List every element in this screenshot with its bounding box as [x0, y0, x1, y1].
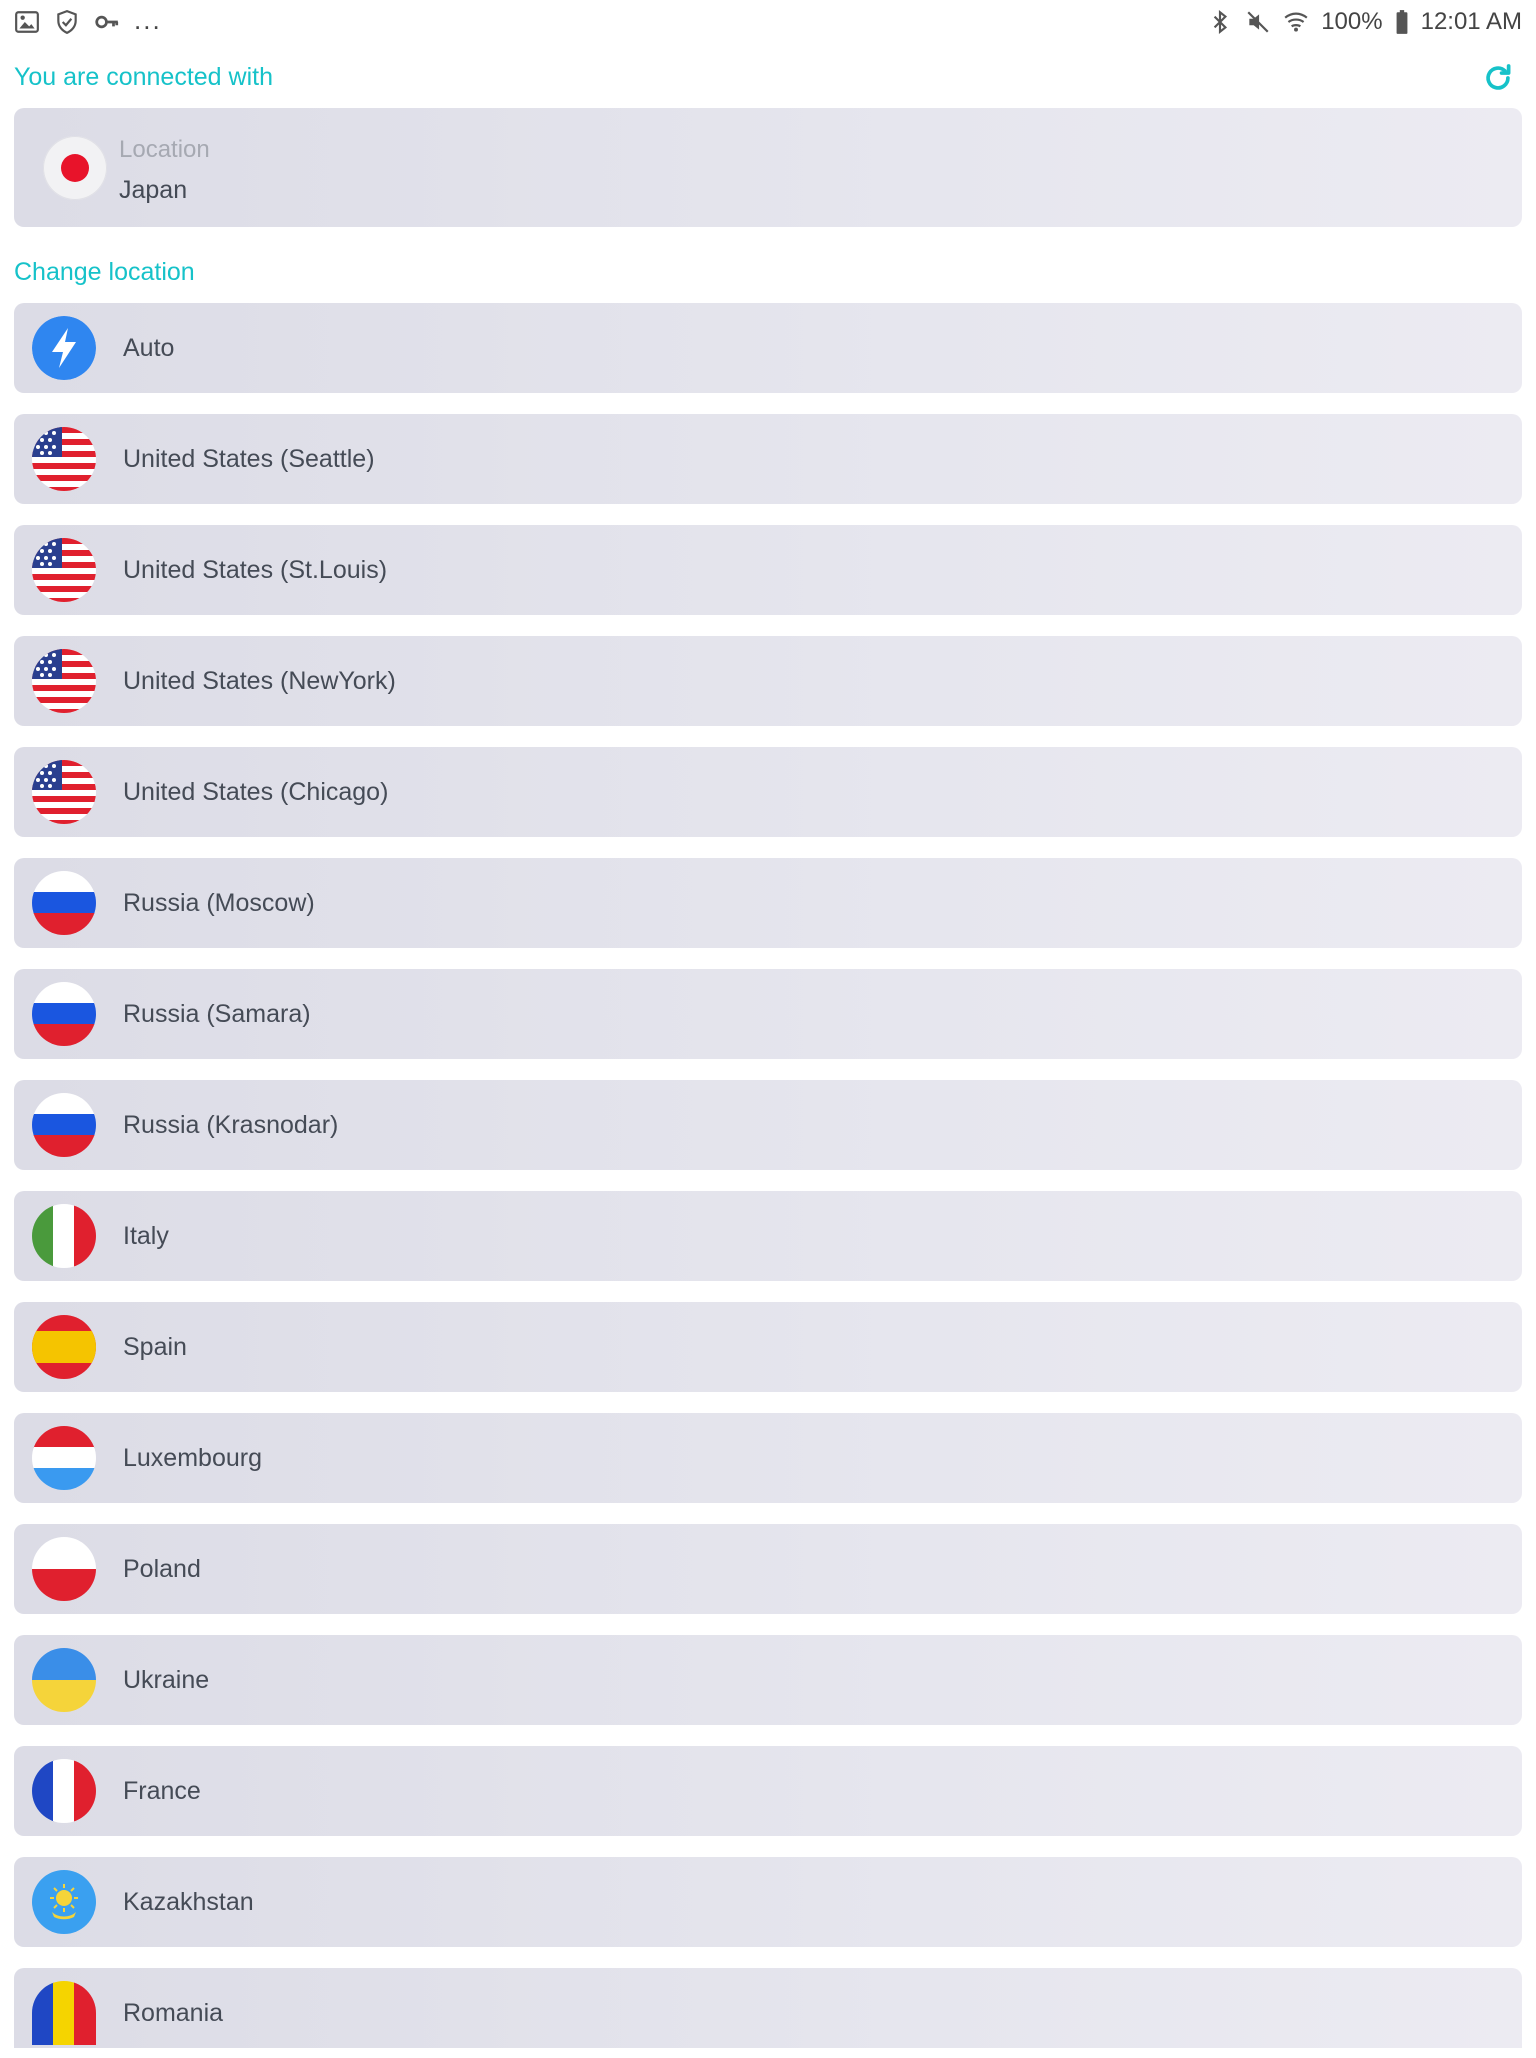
connected-location-label: Location: [119, 136, 210, 163]
status-bar-left: ...: [0, 5, 162, 36]
location-item-russia-krasnodar[interactable]: Russia (Krasnodar): [14, 1080, 1522, 1170]
clock: 12:01 AM: [1420, 8, 1522, 35]
more-notifications: ...: [134, 4, 162, 35]
ukraine-flag-icon: [32, 1648, 96, 1712]
location-item-russia-moscow[interactable]: Russia (Moscow): [14, 858, 1522, 948]
location-name: Ukraine: [123, 1666, 210, 1694]
russia-flag-icon: [32, 871, 96, 935]
refresh-button[interactable]: [1478, 58, 1518, 98]
location-name: Russia (Samara): [123, 1000, 311, 1028]
location-name: Spain: [123, 1333, 187, 1361]
status-bar-right: 100% 12:01 AM: [1207, 8, 1536, 36]
location-name: Russia (Moscow): [123, 889, 315, 917]
spain-flag-icon: [32, 1315, 96, 1379]
russia-flag-icon: [32, 1093, 96, 1157]
wifi-icon: [1283, 9, 1309, 35]
location-name: United States (Chicago): [123, 778, 389, 806]
location-item-ukraine[interactable]: Ukraine: [14, 1635, 1522, 1725]
location-name: Italy: [123, 1222, 169, 1250]
location-name: Auto: [123, 334, 175, 362]
location-item-russia-samara[interactable]: Russia (Samara): [14, 969, 1522, 1059]
location-name: Romania: [123, 1999, 224, 2027]
france-flag-icon: [32, 1759, 96, 1823]
mute-icon: [1245, 9, 1271, 35]
connected-heading: You are connected with: [14, 63, 273, 91]
bluetooth-icon: [1207, 9, 1233, 35]
status-bar: ... 100% 12:01 AM: [0, 0, 1536, 44]
location-item-poland[interactable]: Poland: [14, 1524, 1522, 1614]
location-name: Poland: [123, 1555, 201, 1583]
location-item-us-seattle[interactable]: United States (Seattle): [14, 414, 1522, 504]
location-name: France: [123, 1777, 201, 1805]
location-name: United States (St.Louis): [123, 556, 388, 584]
us-flag-icon: [32, 760, 96, 824]
kazakhstan-flag-icon: [32, 1870, 96, 1934]
poland-flag-icon: [32, 1537, 96, 1601]
battery-icon: [1395, 9, 1409, 35]
location-name: United States (NewYork): [123, 667, 396, 695]
location-name: Kazakhstan: [123, 1888, 254, 1916]
location-item-us-newyork[interactable]: United States (NewYork): [14, 636, 1522, 726]
location-item-kazakhstan[interactable]: Kazakhstan: [14, 1857, 1522, 1947]
us-flag-icon: [32, 427, 96, 491]
location-item-us-chicago[interactable]: United States (Chicago): [14, 747, 1522, 837]
italy-flag-icon: [32, 1204, 96, 1268]
location-name: Luxembourg: [123, 1444, 262, 1472]
luxembourg-flag-icon: [32, 1426, 96, 1490]
us-flag-icon: [32, 649, 96, 713]
change-location-heading: Change location: [14, 258, 195, 286]
location-item-spain[interactable]: Spain: [14, 1302, 1522, 1392]
image-icon: [14, 9, 40, 35]
japan-flag-icon: [43, 136, 107, 200]
refresh-icon: [1486, 64, 1511, 90]
auto-bolt-icon: [32, 316, 96, 380]
location-item-auto[interactable]: Auto: [14, 303, 1522, 393]
russia-flag-icon: [32, 982, 96, 1046]
connected-location-value: Japan: [119, 176, 188, 204]
us-flag-icon: [32, 538, 96, 602]
location-item-romania[interactable]: Romania: [14, 1968, 1522, 2048]
key-icon: [94, 9, 120, 35]
location-item-us-st-louis[interactable]: United States (St.Louis): [14, 525, 1522, 615]
location-name: United States (Seattle): [123, 445, 375, 473]
location-item-france[interactable]: France: [14, 1746, 1522, 1836]
romania-flag-icon: [32, 1981, 96, 2048]
location-item-luxembourg[interactable]: Luxembourg: [14, 1413, 1522, 1503]
connected-location-card: Location Japan: [14, 108, 1522, 227]
location-item-italy[interactable]: Italy: [14, 1191, 1522, 1281]
location-name: Russia (Krasnodar): [123, 1111, 339, 1139]
battery-percent: 100%: [1321, 8, 1383, 35]
shield-check-icon: [54, 9, 80, 35]
